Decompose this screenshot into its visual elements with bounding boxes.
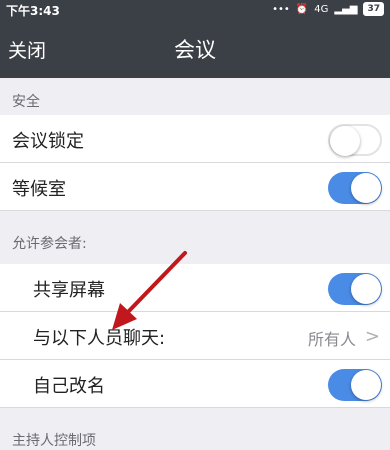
annotation-arrow-icon xyxy=(112,251,187,330)
